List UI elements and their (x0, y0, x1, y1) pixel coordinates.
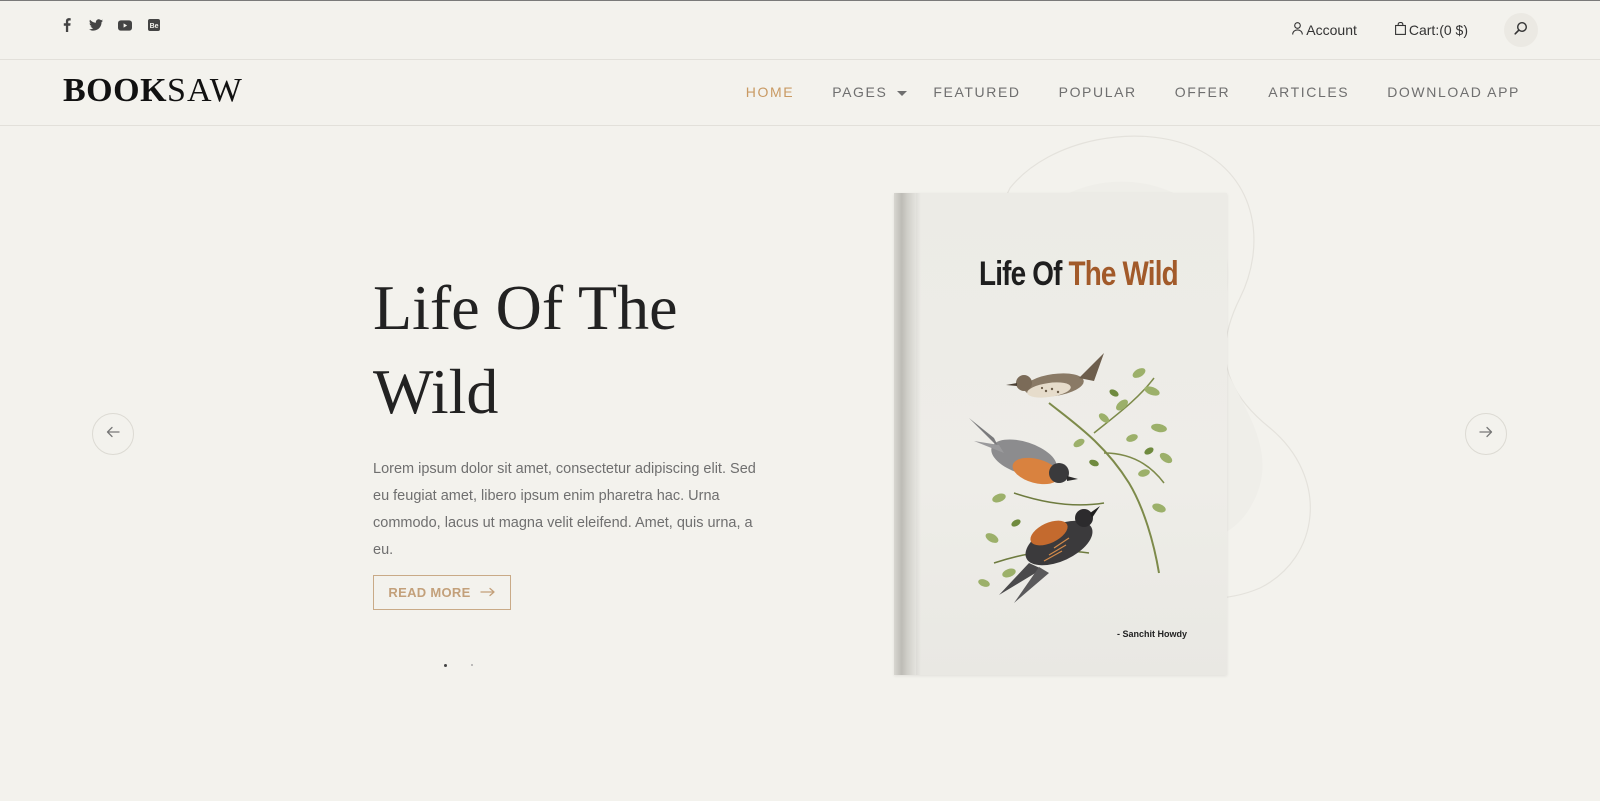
nav-item-home[interactable]: HOME (746, 84, 794, 100)
search-button[interactable] (1504, 13, 1538, 47)
facebook-icon[interactable] (60, 17, 74, 33)
cart-label: Cart:(0 $) (1408, 22, 1468, 38)
slider-dot-active[interactable] (444, 664, 447, 667)
slider-next-button[interactable] (1465, 413, 1507, 455)
main-header: BOOKSAW HOME PAGES FEATURED POPULAR OFFE… (0, 60, 1600, 126)
arrow-right-icon (1479, 425, 1493, 443)
logo-bold-text: BOOK (63, 72, 168, 109)
social-links: Be (60, 17, 161, 33)
slider-prev-button[interactable] (92, 413, 134, 455)
nav-item-popular[interactable]: POPULAR (1059, 84, 1137, 100)
search-icon (1514, 21, 1528, 40)
arrow-left-icon (106, 425, 120, 443)
shopping-bag-icon (1394, 21, 1406, 38)
top-right-actions: Account Cart:(0 $) (1292, 13, 1538, 47)
account-label: Account (1306, 22, 1357, 38)
nav-item-label: DOWNLOAD APP (1387, 84, 1520, 100)
main-nav: HOME PAGES FEATURED POPULAR OFFER ARTICL… (708, 84, 1520, 100)
arrow-right-icon (479, 585, 496, 600)
nav-item-label: OFFER (1174, 84, 1231, 100)
nav-item-pages[interactable]: PAGES (832, 84, 908, 100)
book-title-dark: Life Of (979, 255, 1062, 293)
svg-text:Be: Be (150, 23, 159, 30)
book-cover-title: Life Of The Wild (979, 255, 1179, 294)
read-more-button[interactable]: READ MORE (373, 575, 511, 610)
user-icon (1292, 22, 1304, 38)
nav-item-label: ARTICLES (1268, 84, 1350, 100)
book-spine (894, 193, 916, 675)
nav-item-featured[interactable]: FEATURED (933, 84, 1020, 100)
nav-item-label: PAGES (832, 84, 888, 100)
hero-description: Lorem ipsum dolor sit amet, consectetur … (373, 461, 756, 558)
cart-link[interactable]: Cart:(0 $) (1394, 21, 1468, 38)
twitter-icon[interactable] (89, 17, 103, 33)
birds-illustration (969, 353, 1173, 603)
site-logo[interactable]: BOOKSAW (63, 72, 243, 110)
hero-title: Life Of The Wild (373, 272, 678, 427)
nav-item-articles[interactable]: ARTICLES (1268, 84, 1349, 100)
behance-icon[interactable]: Be (147, 17, 161, 33)
nav-item-offer[interactable]: OFFER (1175, 84, 1230, 100)
book-cover-image: Life Of The Wild - Sanchit Howdy (894, 193, 1227, 675)
book-title-brown: The Wild (1068, 255, 1178, 293)
account-link[interactable]: Account (1292, 22, 1357, 38)
slider-dot[interactable] (471, 664, 473, 666)
read-more-label: READ MORE (388, 585, 471, 600)
caret-down-icon (897, 91, 908, 96)
nav-item-label: FEATURED (933, 84, 1021, 100)
nav-item-download-app[interactable]: DOWNLOAD APP (1387, 84, 1520, 100)
nav-item-label: HOME (745, 84, 795, 100)
youtube-icon[interactable] (118, 17, 132, 33)
slider-pagination (444, 664, 473, 667)
top-bar: Be Account Cart:(0 $) (0, 1, 1600, 60)
nav-item-label: POPULAR (1058, 84, 1137, 100)
book-author: - Sanchit Howdy (1116, 629, 1187, 639)
logo-light-text: SAW (167, 72, 243, 109)
